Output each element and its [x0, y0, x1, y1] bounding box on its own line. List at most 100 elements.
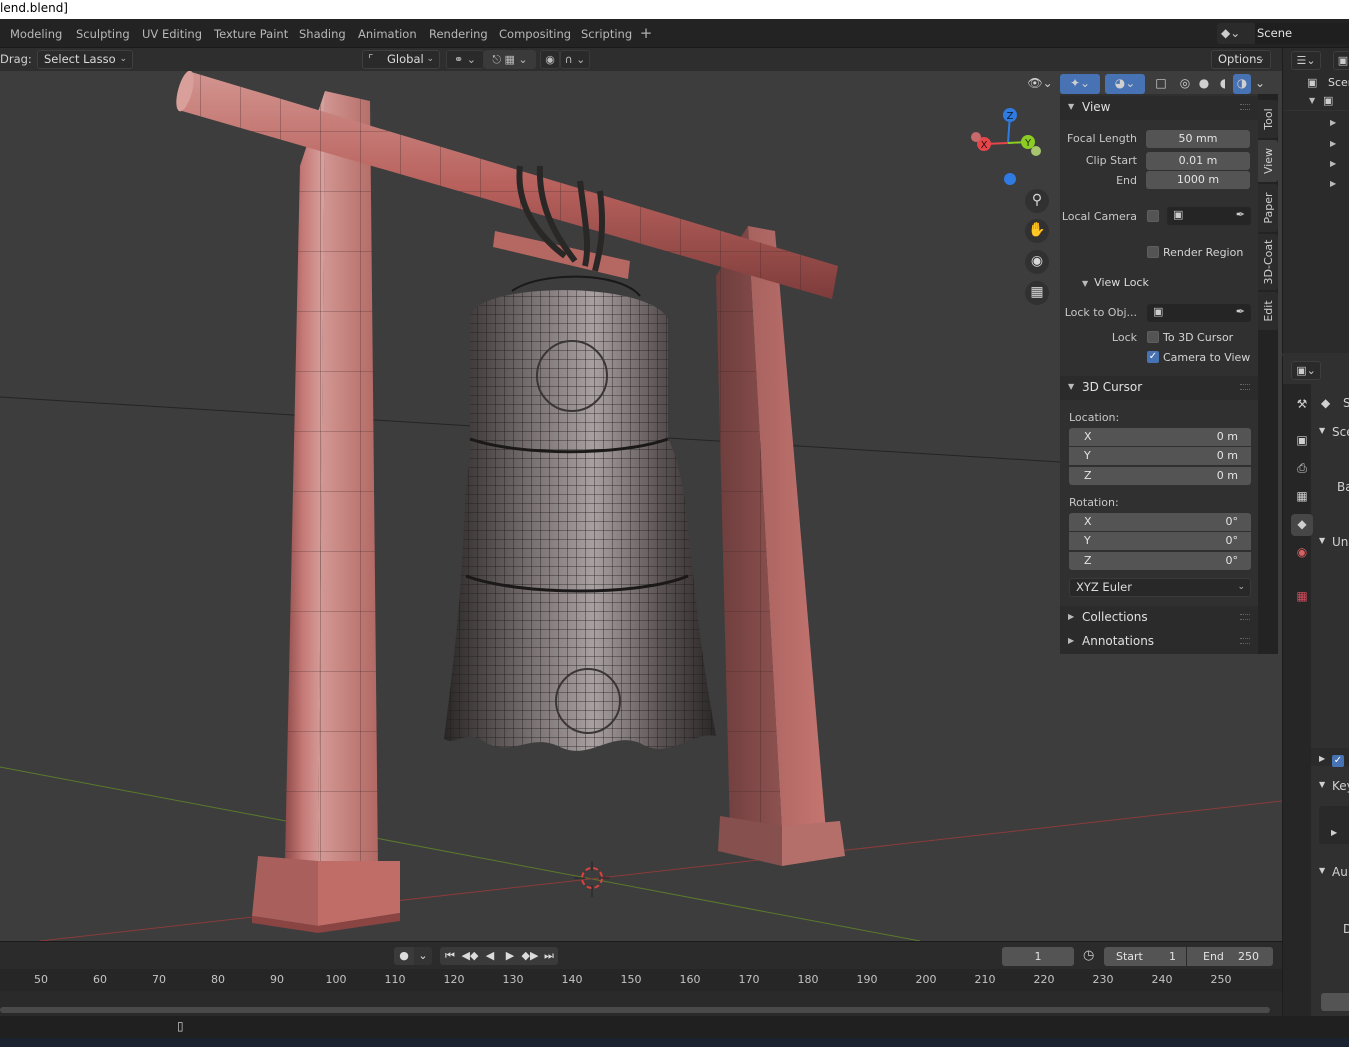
camera-view-icon[interactable]: ◉	[1025, 250, 1049, 274]
rotation-y-field[interactable]: Y 0°	[1069, 532, 1251, 550]
annotations-section-header[interactable]: ▶ Annotations	[1060, 630, 1258, 654]
filter-icon[interactable]: ▣	[1333, 51, 1349, 70]
zoom-icon[interactable]: ⚲	[1025, 189, 1049, 213]
material-shading-icon[interactable]: ◖	[1214, 74, 1232, 94]
keying-sets-label[interactable]: Key	[1332, 779, 1349, 793]
editor-type-button[interactable]: ▣⌄	[1291, 361, 1321, 380]
tab-view[interactable]: View	[1258, 140, 1278, 182]
outliner-scene-label[interactable]: Scen	[1328, 76, 1349, 89]
tab-scripting[interactable]: Scripting	[575, 24, 638, 45]
world-properties-icon[interactable]: ◉	[1291, 542, 1313, 564]
tab-tool[interactable]: Tool	[1258, 100, 1278, 138]
wireframe-shading-icon[interactable]: ◎	[1176, 74, 1194, 94]
pan-hand-icon[interactable]: ✋	[1025, 219, 1049, 243]
tab-shading[interactable]: Shading	[293, 24, 352, 45]
timeline-scrollbar[interactable]	[0, 1007, 1270, 1013]
start-frame-field[interactable]: Start 1	[1104, 947, 1186, 966]
play-reverse-icon[interactable]: ◀	[480, 947, 500, 965]
location-x-field[interactable]: X 0 m	[1069, 428, 1251, 446]
tab-compositing[interactable]: Compositing	[493, 24, 577, 45]
clip-end-field[interactable]: 1000 m	[1146, 171, 1250, 189]
expand-triangle-icon[interactable]: ▶	[1330, 159, 1336, 168]
camera-to-view-checkbox[interactable]: ✓	[1147, 351, 1159, 363]
expand-triangle-icon[interactable]: ▼	[1309, 96, 1315, 105]
3d-cursor-section-header[interactable]: ▼ 3D Cursor	[1060, 376, 1258, 400]
render-region-checkbox[interactable]	[1147, 246, 1159, 258]
expand-triangle-icon[interactable]: ▶	[1330, 139, 1336, 148]
falloff-button[interactable]: ∩ ⌄	[560, 50, 590, 69]
audio-field[interactable]	[1321, 993, 1349, 1011]
location-y-field[interactable]: Y 0 m	[1069, 447, 1251, 465]
drag-grip-icon[interactable]	[1240, 384, 1250, 390]
render-properties-icon[interactable]: ▣	[1291, 430, 1313, 452]
local-camera-object-field[interactable]: ▣ ✒	[1167, 207, 1251, 225]
expand-triangle-icon[interactable]: ▶	[1330, 118, 1336, 127]
current-frame-field[interactable]: 1	[1002, 947, 1074, 966]
visibility-button[interactable]: 👁⌄	[1025, 74, 1055, 94]
orientation-dropdown[interactable]: ⌜ Global ⌄	[362, 50, 440, 69]
local-camera-checkbox[interactable]	[1147, 210, 1159, 222]
scene-properties-icon[interactable]: ◆	[1291, 514, 1313, 536]
view-lock-subpanel-header[interactable]: ▼ View Lock	[1082, 276, 1149, 289]
drag-grip-icon[interactable]	[1240, 104, 1250, 110]
scene-section-label[interactable]: Sce	[1332, 425, 1349, 439]
pivot-point-button[interactable]: ⚭ ⌄	[446, 50, 484, 69]
tool-properties-icon[interactable]: ⚒	[1291, 394, 1313, 416]
scene-name[interactable]: Scene	[1255, 23, 1349, 44]
jump-next-keyframe-icon[interactable]: ◆▶	[520, 947, 540, 965]
tab-paper[interactable]: Paper	[1258, 184, 1278, 232]
lock-to-object-field[interactable]: ▣ ✒	[1147, 304, 1251, 322]
rotation-mode-dropdown[interactable]: XYZ Euler ⌄	[1069, 578, 1251, 597]
expand-triangle-icon[interactable]: ▶	[1330, 179, 1336, 188]
play-icon[interactable]: ▶	[1331, 828, 1337, 837]
tab-uv-editing[interactable]: UV Editing	[136, 24, 208, 45]
expand-triangle-icon[interactable]: ▶	[1319, 754, 1325, 763]
perspective-grid-icon[interactable]: ▦	[1025, 281, 1049, 305]
tab-3d-coat[interactable]: 3D-Coat	[1258, 234, 1278, 290]
drag-tool-dropdown[interactable]: Select Lasso ⌄	[37, 50, 133, 69]
view-section-header[interactable]: ▼ View	[1060, 96, 1258, 120]
jump-end-icon[interactable]: ⏭	[540, 947, 558, 965]
units-section-label[interactable]: Uni	[1332, 535, 1349, 549]
view-layer-properties-icon[interactable]: ▦	[1291, 486, 1313, 508]
collections-section-header[interactable]: ▶ Collections	[1060, 606, 1258, 630]
tab-animation[interactable]: Animation	[352, 24, 423, 45]
eyedropper-icon[interactable]: ✒	[1236, 305, 1245, 318]
eyedropper-icon[interactable]: ✒	[1236, 208, 1245, 221]
overlay-toggle-button[interactable]: ◕⌄	[1105, 74, 1145, 94]
rotation-z-field[interactable]: Z 0°	[1069, 552, 1251, 570]
tab-texture-paint[interactable]: Texture Paint	[208, 24, 294, 45]
tab-modeling[interactable]: Modeling	[4, 24, 68, 45]
record-keyframe-button[interactable]: ●	[394, 947, 414, 965]
add-workspace-button[interactable]: +	[638, 25, 654, 43]
drag-grip-icon[interactable]	[1240, 638, 1250, 644]
jump-prev-keyframe-icon[interactable]: ◀◆	[460, 947, 480, 965]
shading-options-chevron-icon[interactable]: ⌄	[1252, 74, 1268, 94]
texture-properties-icon[interactable]: ▦	[1291, 586, 1313, 608]
focal-length-field[interactable]: 50 mm	[1146, 130, 1250, 148]
rotation-x-field[interactable]: X 0°	[1069, 513, 1251, 531]
solid-shading-icon[interactable]: ●	[1195, 74, 1213, 94]
timeline-ruler[interactable]: 50 60 70 80 90 100 110 120 130 140 150 1…	[0, 969, 1282, 991]
tab-sculpting[interactable]: Sculpting	[70, 24, 136, 45]
tab-edit[interactable]: Edit	[1258, 292, 1278, 330]
gizmo-toggle-button[interactable]: ✦⌄	[1060, 74, 1100, 94]
drag-grip-icon[interactable]	[1240, 614, 1250, 620]
location-z-field[interactable]: Z 0 m	[1069, 467, 1251, 485]
jump-start-icon[interactable]: ⏮	[440, 947, 460, 965]
play-icon[interactable]: ▶	[500, 947, 520, 965]
clip-start-field[interactable]: 0.01 m	[1146, 152, 1250, 170]
output-properties-icon[interactable]: ⎙	[1291, 458, 1313, 480]
rendered-shading-icon[interactable]: ◑	[1233, 74, 1251, 94]
proportional-edit-button[interactable]: ◉	[540, 50, 560, 69]
editor-type-button[interactable]: ☰⌄	[1291, 51, 1321, 70]
end-frame-field[interactable]: End 250	[1187, 947, 1273, 966]
snap-button[interactable]: ⎋ ▦ ⌄	[484, 50, 536, 69]
scene-selector[interactable]: ◆⌄ Scene	[1217, 23, 1349, 44]
lock-to-3d-cursor-checkbox[interactable]	[1147, 331, 1159, 343]
keying-chevron-icon[interactable]: ⌄	[414, 947, 432, 965]
options-dropdown[interactable]: Options ⌄	[1211, 50, 1271, 69]
gravity-checkbox[interactable]: ✓	[1332, 755, 1344, 767]
tab-rendering[interactable]: Rendering	[423, 24, 494, 45]
audio-section-label[interactable]: Au	[1332, 865, 1348, 879]
